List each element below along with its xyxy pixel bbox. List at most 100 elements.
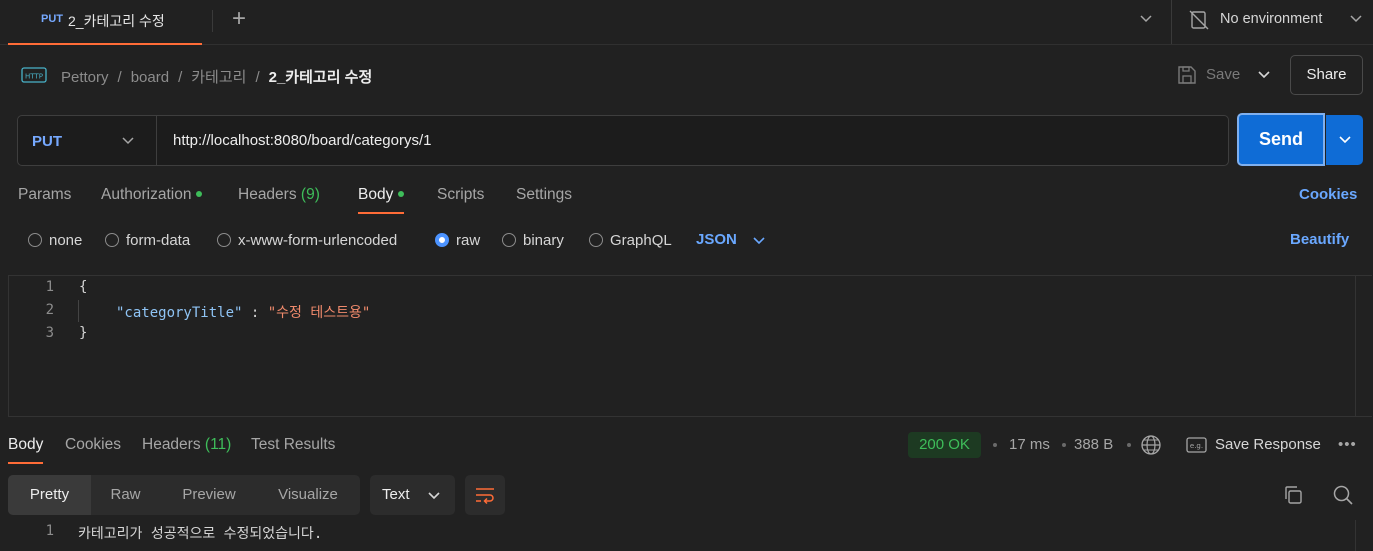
no-environment-icon bbox=[1189, 10, 1209, 30]
body-status-dot bbox=[398, 190, 405, 197]
response-format-chevron-down-icon bbox=[428, 492, 440, 500]
line-number: 3 bbox=[45, 325, 54, 341]
view-raw-button[interactable]: Raw bbox=[91, 475, 160, 515]
svg-text:e.g.: e.g. bbox=[1190, 442, 1203, 450]
radio-circle bbox=[589, 233, 603, 247]
copy-icon[interactable] bbox=[1282, 484, 1304, 506]
json-colon: : bbox=[242, 305, 268, 321]
response-time[interactable]: 17 ms bbox=[1009, 436, 1050, 453]
environment-label: No environment bbox=[1220, 11, 1323, 27]
breadcrumb-separator: / bbox=[178, 69, 183, 86]
raw-format-select[interactable]: JSON bbox=[696, 231, 737, 248]
tab-body-label: Body bbox=[358, 186, 394, 203]
globe-icon[interactable] bbox=[1140, 434, 1162, 456]
response-tab-headers[interactable]: Headers (11) bbox=[142, 436, 231, 464]
tab-scripts[interactable]: Scripts bbox=[437, 186, 484, 214]
response-view-modes: Pretty Raw Preview Visualize bbox=[8, 475, 360, 515]
radio-label: raw bbox=[456, 232, 481, 249]
request-tab[interactable]: PUT 2_카테고리 수정 bbox=[8, 0, 202, 45]
tab-authorization-label: Authorization bbox=[101, 186, 192, 203]
breadcrumb-item-pettory[interactable]: Pettory bbox=[61, 69, 109, 86]
response-tab-headers-label: Headers bbox=[142, 436, 201, 453]
tab-settings[interactable]: Settings bbox=[516, 186, 572, 214]
radio-circle bbox=[28, 233, 42, 247]
http-request-icon: HTTP bbox=[21, 67, 47, 83]
response-format-select[interactable]: Text bbox=[370, 475, 455, 515]
environment-chevron-down-icon[interactable] bbox=[1348, 10, 1364, 28]
send-options-button[interactable] bbox=[1326, 115, 1363, 165]
tab-title: 2_카테고리 수정 bbox=[68, 13, 165, 29]
save-options-chevron-down-icon[interactable] bbox=[1256, 66, 1272, 84]
cookies-link[interactable]: Cookies bbox=[1299, 186, 1357, 203]
beautify-button[interactable]: Beautify bbox=[1290, 231, 1349, 248]
environment-divider bbox=[1171, 0, 1172, 44]
request-body-editor[interactable] bbox=[8, 275, 1372, 417]
breadcrumb-current[interactable]: 2_카테고리 수정 bbox=[269, 66, 373, 87]
breadcrumb-separator: / bbox=[117, 69, 122, 86]
wrap-lines-button[interactable] bbox=[465, 475, 505, 515]
line-number: 2 bbox=[45, 302, 54, 318]
breadcrumb-item-category[interactable]: 카테고리 bbox=[191, 66, 246, 87]
radio-circle bbox=[105, 233, 119, 247]
view-pretty-button[interactable]: Pretty bbox=[8, 475, 91, 515]
method-chevron-down-icon bbox=[122, 137, 134, 145]
search-icon[interactable] bbox=[1332, 484, 1354, 506]
tabs-list-chevron-down-icon[interactable] bbox=[1138, 10, 1154, 28]
tab-body[interactable]: Body bbox=[358, 186, 405, 214]
method-select[interactable]: PUT bbox=[18, 116, 157, 165]
breadcrumb-item-board[interactable]: board bbox=[131, 69, 169, 86]
meta-separator bbox=[1127, 443, 1131, 447]
response-format-value: Text bbox=[382, 486, 410, 503]
tab-authorization[interactable]: Authorization bbox=[101, 186, 203, 214]
breadcrumb: Pettory / board / 카테고리 / 2_카테고리 수정 bbox=[61, 66, 372, 87]
response-scrollbar[interactable] bbox=[1355, 520, 1373, 551]
radio-label: none bbox=[49, 232, 83, 249]
status-badge[interactable]: 200 OK bbox=[908, 432, 981, 458]
radio-label: form-data bbox=[126, 232, 191, 249]
save-icon bbox=[1178, 66, 1196, 84]
radio-circle bbox=[217, 233, 231, 247]
tab-bar: PUT 2_카테고리 수정 + No environment bbox=[0, 0, 1373, 45]
send-button[interactable]: Send bbox=[1237, 113, 1325, 166]
tab-headers-label: Headers bbox=[238, 186, 297, 203]
response-body-text: 카테고리가 성공적으로 수정되었습니다. bbox=[78, 526, 323, 542]
tab-divider bbox=[212, 10, 213, 32]
json-key: "categoryTitle" bbox=[116, 305, 243, 321]
tab-params[interactable]: Params bbox=[18, 186, 71, 214]
indent-guide bbox=[78, 300, 79, 322]
meta-separator bbox=[1062, 443, 1066, 447]
radio-circle-selected bbox=[435, 233, 449, 247]
radio-label: GraphQL bbox=[610, 232, 672, 249]
line-number: 1 bbox=[45, 279, 54, 295]
tab-headers[interactable]: Headers (9) bbox=[238, 186, 320, 214]
response-size[interactable]: 388 B bbox=[1074, 436, 1113, 453]
more-options-icon[interactable]: ••• bbox=[1338, 436, 1357, 453]
response-tab-body[interactable]: Body bbox=[8, 436, 44, 464]
tab-headers-count: (9) bbox=[300, 186, 320, 203]
wrap-lines-icon bbox=[476, 488, 494, 505]
save-response-label: Save Response bbox=[1215, 436, 1321, 453]
view-visualize-button[interactable]: Visualize bbox=[258, 475, 358, 515]
editor-scrollbar[interactable] bbox=[1355, 276, 1372, 416]
code-line-2: "categoryTitle" : "수정 테스트용" bbox=[116, 302, 370, 322]
response-line-number: 1 bbox=[45, 523, 54, 539]
radio-label: x-www-form-urlencoded bbox=[238, 232, 398, 249]
response-tab-cookies[interactable]: Cookies bbox=[65, 436, 121, 464]
format-chevron-down-icon[interactable] bbox=[751, 232, 767, 250]
radio-label: binary bbox=[523, 232, 564, 249]
json-value: "수정 테스트용" bbox=[267, 305, 371, 321]
svg-text:HTTP: HTTP bbox=[25, 73, 43, 81]
send-options-chevron-down-icon bbox=[1339, 136, 1351, 144]
code-open-brace: { bbox=[79, 279, 88, 295]
url-input[interactable]: http://localhost:8080/board/categorys/1 bbox=[173, 132, 432, 149]
save-label: Save bbox=[1206, 66, 1241, 83]
response-tab-test-results[interactable]: Test Results bbox=[251, 436, 335, 464]
breadcrumb-separator: / bbox=[255, 69, 260, 86]
method-select-value: PUT bbox=[32, 133, 62, 150]
meta-separator bbox=[993, 443, 997, 447]
share-button[interactable]: Share bbox=[1290, 55, 1363, 95]
view-preview-button[interactable]: Preview bbox=[160, 475, 258, 515]
request-url-bar: PUT http://localhost:8080/board/category… bbox=[17, 115, 1229, 166]
new-tab-plus-icon[interactable]: + bbox=[228, 7, 250, 32]
tab-method-badge: PUT bbox=[41, 13, 63, 25]
